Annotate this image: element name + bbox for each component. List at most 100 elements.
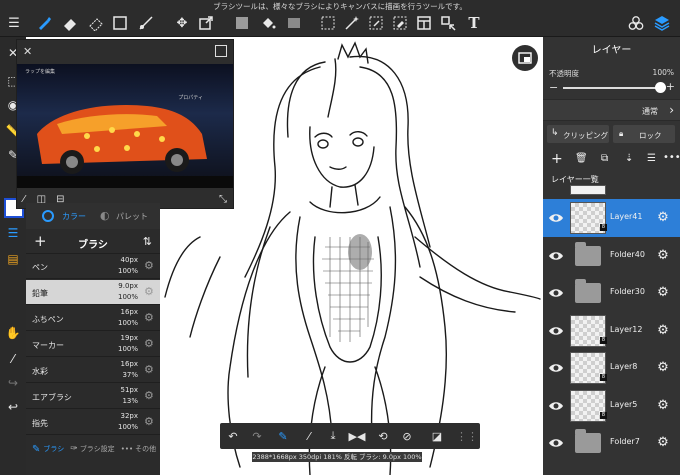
layer-row[interactable]: 8 Layer8 ⚙ (543, 349, 680, 387)
undo-icon[interactable]: ↶ (224, 427, 242, 445)
brush-item[interactable]: 鉛筆 9.0px 100% ⚙ (26, 280, 160, 305)
operation-tool-icon[interactable] (438, 13, 458, 33)
magic-wand-icon[interactable] (342, 13, 362, 33)
menu-icon[interactable]: ☰ (4, 13, 24, 33)
fullscreen-icon[interactable]: ◪ (428, 427, 446, 445)
delete-layer-icon[interactable]: 🗑︎ (575, 153, 588, 164)
palette-tab-icon[interactable]: ◐ (100, 209, 110, 222)
more-icon[interactable]: ••• (121, 445, 133, 453)
clipping-button[interactable]: ↳ クリッピング (547, 125, 609, 143)
snap-icon[interactable]: ⊘ (398, 427, 416, 445)
layer-menu-icon[interactable]: ☰ (647, 153, 656, 164)
palette-tab-label[interactable]: パレット (116, 211, 148, 222)
layers-toggle-icon[interactable] (652, 13, 672, 33)
save-icon[interactable]: ⤓ (324, 427, 342, 445)
eyedropper-quick-icon[interactable]: ⁄ (300, 427, 318, 445)
move-tool-icon[interactable]: ✥ (172, 13, 192, 33)
eyedropper-icon[interactable]: ⁄ (3, 349, 23, 369)
layer-settings-gear-icon[interactable]: ⚙ (655, 435, 671, 451)
more-tab[interactable]: その他 (135, 444, 156, 454)
visibility-eye-icon[interactable] (548, 324, 564, 338)
color-tab-label[interactable]: カラー (62, 211, 86, 222)
brush-gear-icon[interactable]: ⚙ (144, 390, 156, 402)
layer-row[interactable]: Folder40 ⚙ (543, 237, 680, 275)
layer-settings-gear-icon[interactable]: ⚙ (655, 210, 671, 226)
brush-tool-icon[interactable] (34, 13, 54, 33)
transform-tool-icon[interactable] (196, 13, 216, 33)
visibility-eye-icon[interactable] (548, 399, 564, 413)
layer-row[interactable]: 8 Layer5 ⚙ (543, 387, 680, 425)
duplicate-layer-icon[interactable]: ⧉ (601, 153, 608, 164)
layer-settings-gear-icon[interactable]: ⚙ (655, 285, 671, 301)
selection-eraser-icon[interactable] (86, 13, 106, 33)
layer-settings-gear-icon[interactable]: ⚙ (655, 398, 671, 414)
add-layer-icon[interactable]: + (551, 151, 563, 167)
brush-footer-icon[interactable]: ✎ (32, 444, 40, 455)
close-reference-icon[interactable]: ✕ (23, 45, 32, 58)
brush-settings-quick-icon[interactable]: ✎ (274, 427, 292, 445)
brush-gear-icon[interactable]: ⚙ (144, 260, 156, 272)
layer-settings-gear-icon[interactable]: ⚙ (655, 323, 671, 339)
undo-icon[interactable]: ↩ (3, 397, 23, 417)
layer-row[interactable]: Folder30 ⚙ (543, 274, 680, 312)
materials-icon[interactable] (626, 13, 646, 33)
frame-tool-icon[interactable] (414, 13, 434, 33)
reference-resize-icon[interactable]: ⤡ (219, 194, 227, 205)
eraser-tool-icon[interactable] (60, 13, 80, 33)
brush-item[interactable]: マーカー 19px 100% ⚙ (26, 332, 160, 357)
brush-item[interactable]: ペン 40px 100% ⚙ (26, 254, 160, 279)
gradient-tool-icon[interactable] (136, 13, 156, 33)
shape-tool-icon[interactable] (110, 13, 130, 33)
reference-eyedropper-icon[interactable]: ⁄ (23, 194, 25, 205)
select-rect-icon[interactable] (318, 13, 338, 33)
brush-gear-icon[interactable]: ⚙ (144, 416, 156, 428)
fill-color-icon[interactable] (232, 13, 252, 33)
brush-item[interactable]: 指先 32px 100% ⚙ (26, 410, 160, 435)
layer-more-icon[interactable]: ••• (663, 152, 680, 163)
brush-item[interactable]: 水彩 16px 37% ⚙ (26, 358, 160, 383)
visibility-eye-icon[interactable] (548, 286, 564, 300)
redo-icon[interactable]: ↪ (3, 373, 23, 393)
layer-list-icon[interactable]: ☰ (3, 223, 23, 243)
brush-footer-tab[interactable]: ブラシ (43, 444, 64, 454)
brush-item[interactable]: ふちペン 16px 100% ⚙ (26, 306, 160, 331)
visibility-eye-icon[interactable] (548, 211, 564, 225)
visibility-eye-icon[interactable] (548, 436, 564, 450)
visibility-eye-icon[interactable] (548, 249, 564, 263)
toolbar-grip-icon[interactable]: ⋮⋮ (456, 427, 478, 445)
brush-settings-tab[interactable]: ブラシ設定 (80, 444, 115, 454)
bucket-tool-icon[interactable] (258, 13, 278, 33)
gradient-fill-icon[interactable] (284, 13, 304, 33)
layer-settings-gear-icon[interactable]: ⚙ (655, 248, 671, 264)
layer-row[interactable]: Folder7 ⚙ (543, 424, 680, 462)
redo-icon[interactable]: ↷ (248, 427, 266, 445)
rotate-canvas-icon[interactable]: ⟲ (374, 427, 392, 445)
navigator-button[interactable] (512, 45, 538, 71)
select-eraser-icon[interactable] (390, 13, 410, 33)
brush-item[interactable]: エアブラシ 51px 13% ⚙ (26, 384, 160, 409)
text-tool-icon[interactable]: T (464, 13, 484, 33)
opacity-decrease-icon[interactable]: − (549, 82, 558, 93)
select-pen-icon[interactable] (366, 13, 386, 33)
opacity-slider[interactable] (563, 82, 666, 93)
flip-canvas-icon[interactable]: ▶◀ (348, 427, 366, 445)
blend-mode-select[interactable]: 通常 › (543, 99, 680, 121)
opacity-slider-knob[interactable] (655, 82, 666, 93)
brush-settings-icon[interactable]: ✑ (70, 444, 78, 454)
brush-gear-icon[interactable]: ⚙ (144, 312, 156, 324)
layer-row[interactable]: 8 Layer12 ⚙ (543, 312, 680, 350)
brush-gear-icon[interactable]: ⚙ (144, 286, 156, 298)
layer-row[interactable]: 8 Layer41 ⚙ (543, 199, 680, 237)
import-image-icon[interactable] (215, 45, 227, 57)
brush-gear-icon[interactable]: ⚙ (144, 364, 156, 376)
opacity-increase-icon[interactable]: + (666, 81, 675, 92)
hand-tool-icon[interactable]: ✋ (3, 323, 23, 343)
merge-layer-icon[interactable]: ⇣ (625, 153, 633, 164)
color-tab-icon[interactable] (42, 210, 54, 222)
layer-settings-gear-icon[interactable]: ⚙ (655, 360, 671, 376)
brush-gear-icon[interactable]: ⚙ (144, 338, 156, 350)
lock-button[interactable]: 🔒︎ ロック (613, 125, 675, 143)
visibility-eye-icon[interactable] (548, 361, 564, 375)
sort-brush-icon[interactable]: ⇅ (143, 235, 152, 248)
color-history-icon[interactable]: ▤ (3, 249, 23, 269)
